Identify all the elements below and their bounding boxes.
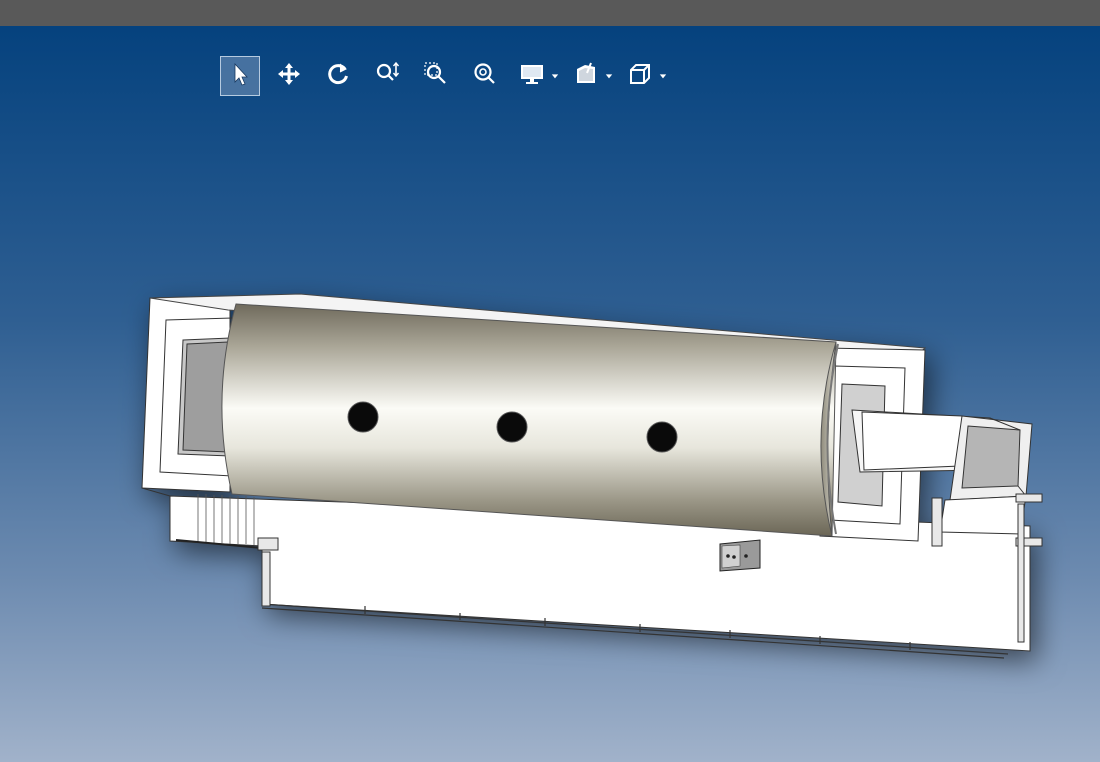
- cad-model[interactable]: [0, 26, 1100, 762]
- chevron-down-icon[interactable]: [550, 71, 560, 81]
- view-orientation-dropdown[interactable]: [622, 56, 668, 96]
- view-orientation-button[interactable]: [622, 56, 658, 96]
- section-button[interactable]: [568, 56, 604, 96]
- zoom-fit-icon: [472, 61, 498, 91]
- rotate-tool-button[interactable]: [318, 56, 358, 96]
- zoom-updown-icon: [374, 61, 400, 91]
- title-bar: [0, 0, 1100, 26]
- pan-arrows-icon: [276, 61, 302, 91]
- zoom-fit-button[interactable]: [465, 56, 505, 96]
- pan-tool-button[interactable]: [269, 56, 309, 96]
- zoom-window-button[interactable]: [416, 56, 456, 96]
- hole: [646, 421, 678, 453]
- rotate-icon: [325, 61, 351, 91]
- display-mode-dropdown[interactable]: [514, 56, 560, 96]
- zoom-tool-button[interactable]: [367, 56, 407, 96]
- section-dropdown[interactable]: [568, 56, 614, 96]
- 3d-viewport[interactable]: [0, 26, 1100, 762]
- control-box: [719, 539, 761, 572]
- zoom-window-icon: [423, 61, 449, 91]
- view-toolbar: [220, 56, 676, 96]
- cursor-arrow-icon: [227, 61, 253, 91]
- display-mode-button[interactable]: [514, 56, 550, 96]
- monitor-icon: [519, 61, 545, 91]
- chevron-down-icon[interactable]: [604, 71, 614, 81]
- section-cube-icon: [573, 61, 599, 91]
- cube-view-icon: [627, 61, 653, 91]
- select-tool-button[interactable]: [220, 56, 260, 96]
- chevron-down-icon[interactable]: [658, 71, 668, 81]
- hole: [496, 411, 528, 443]
- hole: [347, 401, 379, 433]
